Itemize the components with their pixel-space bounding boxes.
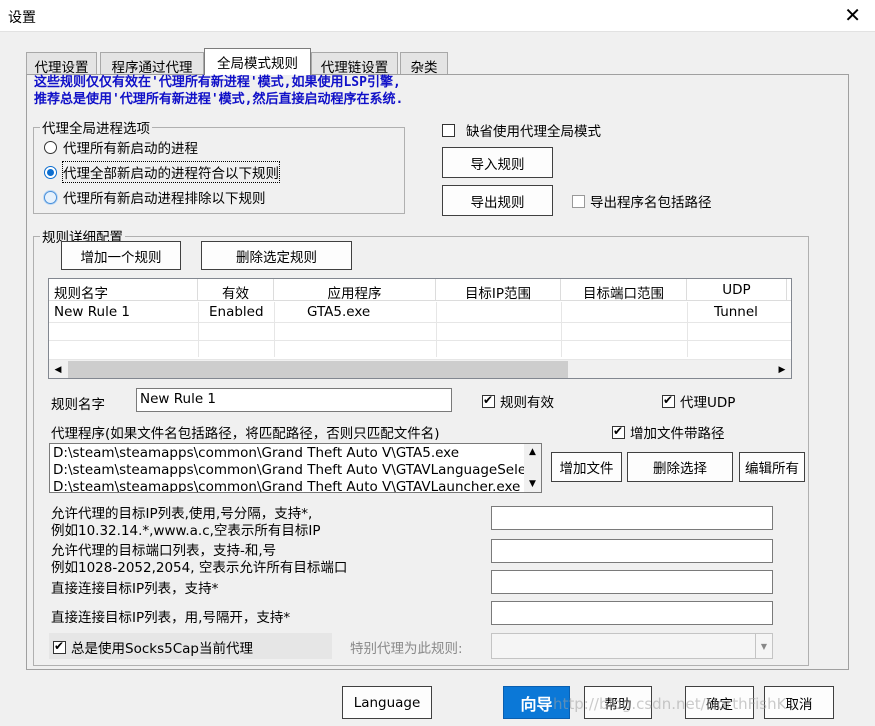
window-title: 设置 bbox=[8, 10, 36, 26]
allowed-ip-input[interactable] bbox=[491, 506, 773, 530]
tab-program-proxy[interactable]: 程序通过代理 bbox=[100, 52, 204, 76]
notice-line-2: 推荐总是使用'代理所有新进程'模式,然后直接启动程序在系统. bbox=[34, 92, 404, 107]
table-row[interactable]: New Rule 1 Enabled GTA5.exe Tunnel bbox=[49, 302, 791, 322]
scroll-thumb[interactable] bbox=[68, 361, 568, 378]
edit-all-button[interactable]: 编辑所有 bbox=[739, 452, 805, 482]
proxy-program-label: 代理程序(如果文件名包括路径，将匹配路径，否则只匹配文件名) bbox=[51, 426, 440, 442]
scroll-left-icon[interactable]: ◀ bbox=[49, 360, 67, 378]
rules-list[interactable]: 规则名字 有效 应用程序 目标IP范围 目标端口范围 UDP New Rule … bbox=[48, 278, 792, 379]
proxy-udp-checkbox[interactable]: 代理UDP bbox=[662, 391, 735, 411]
cell-rule-name: New Rule 1 bbox=[54, 304, 131, 320]
cell-udp: Tunnel bbox=[714, 304, 758, 320]
checkbox-icon[interactable] bbox=[572, 194, 585, 208]
rules-list-scrollbar[interactable]: ◀ ▶ bbox=[49, 359, 791, 378]
radio-proxy-all[interactable]: 代理所有新启动的进程 bbox=[44, 137, 198, 157]
col-target-port[interactable]: 目标端口范围 bbox=[561, 279, 687, 302]
rules-list-header: 规则名字 有效 应用程序 目标IP范围 目标端口范围 UDP bbox=[49, 279, 791, 302]
delete-rule-button[interactable]: 删除选定规则 bbox=[201, 241, 352, 270]
checkbox-checked-icon[interactable] bbox=[53, 639, 66, 654]
grid-line bbox=[561, 302, 562, 357]
checkbox-icon[interactable] bbox=[442, 123, 455, 137]
radio-label: 代理所有新启动进程排除以下规则 bbox=[63, 191, 266, 207]
radio-selected-icon[interactable] bbox=[44, 165, 57, 179]
add-file-button[interactable]: 增加文件 bbox=[551, 452, 622, 482]
scroll-right-icon[interactable]: ▶ bbox=[773, 360, 791, 378]
cancel-button[interactable]: 取消 bbox=[764, 686, 834, 719]
direct-ip-label: 直接连接目标IP列表，支持* bbox=[51, 581, 219, 597]
col-enabled[interactable]: 有效 bbox=[198, 279, 274, 302]
direct-ip-list-input[interactable] bbox=[491, 601, 773, 625]
radio-proxy-excluding[interactable]: 代理所有新启动进程排除以下规则 bbox=[44, 187, 266, 207]
allowed-port-input[interactable] bbox=[491, 539, 773, 563]
special-proxy-label: 特别代理为此规则: bbox=[350, 641, 463, 657]
export-rules-button[interactable]: 导出规则 bbox=[442, 185, 553, 216]
col-target-ip[interactable]: 目标IP范围 bbox=[436, 279, 561, 302]
scroll-up-icon[interactable]: ▲ bbox=[524, 444, 541, 460]
tab-proxy-settings[interactable]: 代理设置 bbox=[26, 52, 97, 76]
radio-icon[interactable] bbox=[44, 190, 57, 204]
col-application[interactable]: 应用程序 bbox=[274, 279, 436, 302]
tab-global-rules[interactable]: 全局模式规则 bbox=[204, 48, 311, 75]
program-list-scrollbar[interactable]: ▲ ▼ bbox=[524, 444, 541, 492]
checkbox-label: 缺省使用代理全局模式 bbox=[466, 124, 601, 140]
direct-ip-list-label: 直接连接目标IP列表，用,号隔开，支持* bbox=[51, 610, 291, 626]
special-proxy-select[interactable]: ▼ bbox=[491, 633, 773, 659]
delete-selected-button[interactable]: 删除选择 bbox=[627, 452, 733, 482]
help-button[interactable]: 帮助 bbox=[584, 686, 652, 719]
scroll-down-icon[interactable]: ▼ bbox=[524, 476, 541, 492]
checkbox-label: 总是使用Socks5Cap当前代理 bbox=[71, 641, 253, 657]
checkbox-label: 增加文件带路径 bbox=[630, 426, 725, 442]
notice-text: 这些规则仅仅有效在'代理所有新进程'模式,如果使用LSP引擎, 推荐总是使用'代… bbox=[34, 74, 403, 108]
rule-valid-checkbox[interactable]: 规则有效 bbox=[482, 391, 554, 411]
grid-line bbox=[49, 340, 791, 341]
grid-line bbox=[274, 302, 275, 357]
checkbox-label: 代理UDP bbox=[680, 395, 736, 411]
grid-line bbox=[436, 302, 437, 357]
chevron-down-icon[interactable]: ▼ bbox=[755, 634, 772, 658]
radio-label: 代理所有新启动的进程 bbox=[63, 141, 198, 157]
allowed-port-label-line2: 例如1028-2052,2054, 空表示允许所有目标端口 bbox=[51, 560, 348, 576]
allowed-ip-label-line2: 例如10.32.14.*,www.a.c,空表示所有目标IP bbox=[51, 523, 321, 539]
grid-line bbox=[687, 302, 688, 357]
export-include-path-checkbox[interactable]: 导出程序名包括路径 bbox=[572, 191, 712, 211]
grid-line bbox=[49, 322, 791, 323]
default-global-mode-checkbox[interactable]: 缺省使用代理全局模式 bbox=[442, 120, 601, 140]
cell-enabled: Enabled bbox=[209, 304, 264, 320]
program-path-line: D:\steam\steamapps\common\Grand Theft Au… bbox=[53, 479, 521, 493]
import-rules-button[interactable]: 导入规则 bbox=[442, 147, 553, 178]
col-udp[interactable]: UDP bbox=[687, 279, 787, 301]
tab-misc[interactable]: 杂类 bbox=[400, 52, 448, 76]
add-rule-button[interactable]: 增加一个规则 bbox=[61, 241, 181, 270]
radio-icon[interactable] bbox=[44, 140, 57, 154]
tab-proxy-chain[interactable]: 代理链设置 bbox=[311, 52, 398, 76]
col-rule-name[interactable]: 规则名字 bbox=[49, 279, 198, 302]
rule-name-label: 规则名字 bbox=[51, 397, 105, 413]
grid-line bbox=[198, 302, 199, 357]
rule-name-input[interactable]: New Rule 1 bbox=[136, 388, 452, 412]
notice-line-1: 这些规则仅仅有效在'代理所有新进程'模式,如果使用LSP引擎, bbox=[34, 75, 401, 90]
title-bar: 设置 ✕ bbox=[0, 0, 875, 32]
program-path-line: D:\steam\steamapps\common\Grand Theft Au… bbox=[53, 462, 542, 478]
radio-proxy-matching[interactable]: 代理全部新启动的进程符合以下规则 bbox=[44, 161, 280, 183]
checkbox-label: 导出程序名包括路径 bbox=[590, 195, 712, 211]
direct-ip-input[interactable] bbox=[491, 570, 773, 594]
ok-button[interactable]: 确定 bbox=[685, 686, 754, 719]
always-use-checkbox[interactable]: 总是使用Socks5Cap当前代理 bbox=[53, 637, 253, 657]
cell-application: GTA5.exe bbox=[307, 304, 371, 320]
close-icon[interactable]: ✕ bbox=[844, 3, 861, 27]
language-button[interactable]: Language bbox=[342, 686, 432, 719]
checkbox-label: 规则有效 bbox=[500, 395, 554, 411]
wizard-button[interactable]: 向导 bbox=[503, 686, 570, 719]
checkbox-checked-icon[interactable] bbox=[662, 393, 675, 408]
global-options-legend: 代理全局进程选项 bbox=[42, 121, 150, 137]
checkbox-checked-icon[interactable] bbox=[612, 424, 625, 439]
checkbox-checked-icon[interactable] bbox=[482, 393, 495, 408]
radio-label: 代理全部新启动的进程符合以下规则 bbox=[62, 161, 280, 183]
program-list-textarea[interactable]: D:\steam\steamapps\common\Grand Theft Au… bbox=[49, 443, 542, 493]
program-path-line: D:\steam\steamapps\common\Grand Theft Au… bbox=[53, 445, 460, 461]
add-path-checkbox[interactable]: 增加文件带路径 bbox=[612, 422, 725, 442]
